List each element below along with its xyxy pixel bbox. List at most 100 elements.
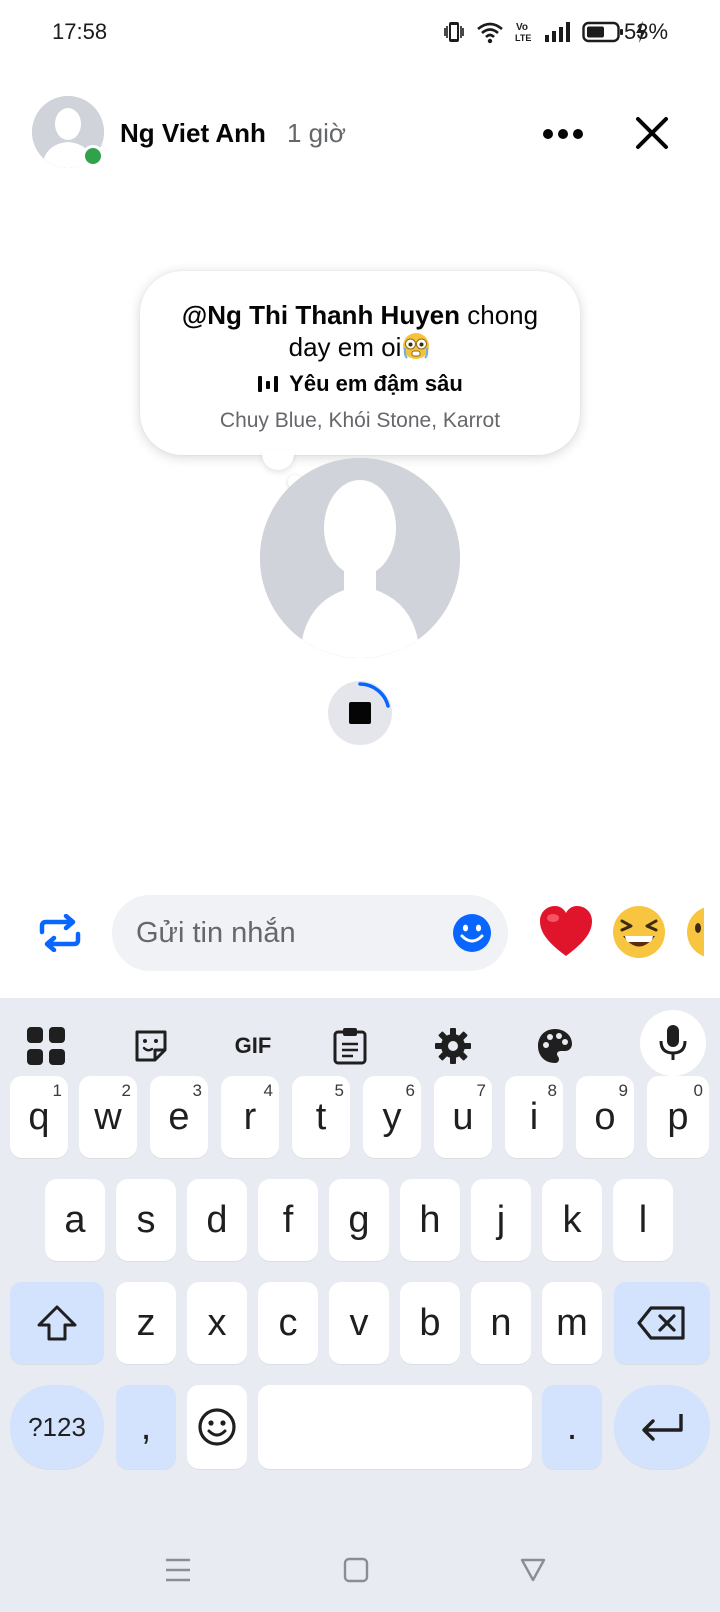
clipboard-icon: [333, 1028, 367, 1065]
status-time: 17:58: [52, 19, 108, 44]
volte-icon: Vo LTE: [515, 22, 531, 43]
gear-icon: [435, 1028, 471, 1064]
key-m[interactable]: m: [542, 1282, 602, 1364]
shift-key[interactable]: [10, 1282, 104, 1364]
close-icon: [636, 117, 668, 149]
status-bar: 17:58 Vo LTE 53%: [0, 0, 720, 66]
face-reaction-icon[interactable]: [684, 903, 704, 961]
key-x[interactable]: x: [187, 1282, 247, 1364]
svg-text:LTE: LTE: [515, 33, 531, 43]
key-r[interactable]: r4: [221, 1076, 279, 1158]
loading-spinner-icon: [358, 682, 390, 708]
key-q[interactable]: q1: [10, 1076, 68, 1158]
more-dots-icon: [543, 129, 583, 139]
period-key[interactable]: .: [542, 1385, 602, 1469]
bubble-tail: [262, 450, 294, 470]
key-t[interactable]: t5: [292, 1076, 350, 1158]
emoji-picker-icon[interactable]: [452, 913, 492, 953]
voice-input-button[interactable]: [640, 1010, 706, 1076]
heart-reaction-icon[interactable]: [537, 903, 595, 961]
palette-icon: [538, 1029, 572, 1063]
note-text: @Ng Thi Thanh Huyen chong day em oi: [160, 299, 560, 363]
message-placeholder: Gửi tin nhắn: [136, 917, 296, 949]
home-square-icon: [343, 1557, 369, 1583]
backspace-key[interactable]: [614, 1282, 710, 1364]
vibrate-icon: [444, 22, 464, 42]
flushed-face-emoji-icon: [403, 333, 430, 359]
enter-key[interactable]: [614, 1385, 710, 1469]
song-title: Yêu em đậm sâu: [289, 371, 463, 396]
backspace-icon: [637, 1306, 685, 1340]
battery-percent: 53%: [624, 19, 669, 44]
stop-music-button[interactable]: [328, 681, 392, 745]
back-button[interactable]: [513, 1552, 553, 1588]
battery-icon: [582, 21, 623, 43]
recent-apps-button[interactable]: [158, 1552, 198, 1588]
story-time: 1 giờ: [287, 118, 346, 148]
key-v[interactable]: v: [329, 1282, 389, 1364]
enter-arrow-icon: [642, 1414, 683, 1441]
share-story-button[interactable]: [36, 911, 84, 955]
apps-icon: [27, 1027, 65, 1065]
home-button[interactable]: [336, 1552, 376, 1588]
key-n[interactable]: n: [471, 1282, 531, 1364]
note-mention[interactable]: @Ng Thi Thanh Huyen: [182, 300, 460, 330]
back-triangle-icon: [520, 1558, 546, 1582]
key-f[interactable]: f: [258, 1179, 318, 1261]
wifi-icon: [477, 22, 503, 44]
shift-icon: [37, 1305, 77, 1341]
svg-text:Vo: Vo: [516, 22, 528, 33]
mic-icon: [659, 1025, 687, 1060]
signal-icon: [545, 22, 570, 42]
close-button[interactable]: [630, 108, 674, 158]
message-input[interactable]: Gửi tin nhắn: [112, 895, 508, 971]
key-z[interactable]: z: [116, 1282, 176, 1364]
key-y[interactable]: y6: [363, 1076, 421, 1158]
default-avatar-icon: [260, 458, 460, 658]
settings-button[interactable]: [429, 1022, 477, 1070]
key-c[interactable]: c: [258, 1282, 318, 1364]
symbols-key[interactable]: ?123: [10, 1385, 104, 1469]
gif-button[interactable]: GIF: [226, 1022, 280, 1070]
key-e[interactable]: e3: [150, 1076, 208, 1158]
key-p[interactable]: p0: [647, 1076, 709, 1158]
key-g[interactable]: g: [329, 1179, 389, 1261]
comma-key[interactable]: ,: [116, 1385, 176, 1469]
space-key[interactable]: [258, 1385, 532, 1469]
sticker-icon: [135, 1030, 167, 1062]
laughing-face-reaction-icon[interactable]: [610, 903, 668, 961]
key-w[interactable]: w2: [79, 1076, 137, 1158]
key-k[interactable]: k: [542, 1179, 602, 1261]
author-name[interactable]: Ng Viet Anh: [120, 118, 266, 149]
keyboard: GIF q 1 w 2 e 3 r 4 t 5 y 6 u 7 i 8 o 9 …: [0, 998, 720, 1612]
note-bubble[interactable]: @Ng Thi Thanh Huyen chong day em oi Yêu …: [140, 271, 580, 455]
key-j[interactable]: j: [471, 1179, 531, 1261]
reply-bar: Gửi tin nhắn: [0, 893, 720, 973]
key-a[interactable]: a: [45, 1179, 105, 1261]
sticker-button[interactable]: [127, 1022, 175, 1070]
key-i[interactable]: i8: [505, 1076, 563, 1158]
key-s[interactable]: s: [116, 1179, 176, 1261]
author-avatar-large[interactable]: [260, 458, 460, 658]
key-b[interactable]: b: [400, 1282, 460, 1364]
key-o[interactable]: o9: [576, 1076, 634, 1158]
key-d[interactable]: d: [187, 1179, 247, 1261]
key-u[interactable]: u7: [434, 1076, 492, 1158]
menu-icon: [166, 1558, 190, 1582]
emoji-icon: [198, 1408, 236, 1446]
more-options-button[interactable]: [538, 114, 588, 154]
apps-grid-button[interactable]: [22, 1022, 70, 1070]
song-title-row[interactable]: Yêu em đậm sâu: [140, 371, 580, 397]
music-bars-icon: [258, 376, 279, 392]
online-status-dot: [82, 145, 104, 167]
key-h[interactable]: h: [400, 1179, 460, 1261]
system-navigation-bar: [0, 1522, 720, 1612]
theme-button[interactable]: [531, 1022, 579, 1070]
key-l[interactable]: l: [613, 1179, 673, 1261]
repost-icon: [39, 914, 81, 952]
song-artists: Chuy Blue, Khói Stone, Karrot: [219, 409, 501, 432]
clipboard-button[interactable]: [326, 1022, 374, 1070]
status-icons: Vo LTE: [442, 18, 648, 46]
emoji-key[interactable]: [187, 1385, 247, 1469]
story-header: Ng Viet Anh 1 giờ: [0, 88, 720, 178]
